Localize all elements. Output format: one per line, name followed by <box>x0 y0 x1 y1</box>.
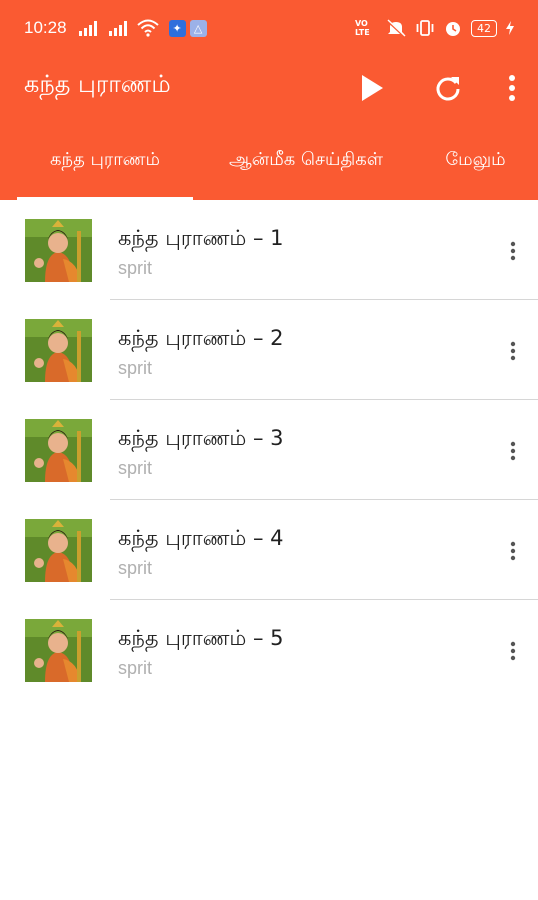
play-icon <box>362 75 383 101</box>
track-thumbnail <box>25 419 92 482</box>
track-subtitle: sprit <box>118 258 153 278</box>
play-button[interactable] <box>352 68 392 108</box>
tab-bar: கந்த புராணம் ஆன்மீக செய்திகள் மேலும் <box>0 120 538 200</box>
wifi-icon <box>136 19 159 37</box>
refresh-button[interactable] <box>428 68 468 108</box>
app-bar: கந்த புராணம் <box>0 56 538 120</box>
drive-icon: △ <box>189 19 207 37</box>
refresh-icon <box>436 77 460 101</box>
track-title: கந்த புராணம் – 3 <box>118 426 284 450</box>
more-vert-icon <box>510 641 516 661</box>
overflow-menu-button[interactable] <box>492 68 532 108</box>
track-subtitle: sprit <box>118 558 153 578</box>
more-vert-icon <box>510 541 516 561</box>
track-subtitle: sprit <box>118 358 153 378</box>
more-vert-icon <box>510 441 516 461</box>
tab-spiritual-news[interactable]: ஆன்மீக செய்திகள் <box>200 120 412 200</box>
vibrate-icon <box>416 20 434 36</box>
signal-icon-2 <box>108 20 127 36</box>
mute-icon <box>387 19 406 37</box>
track-title: கந்த புராணம் – 5 <box>118 626 284 650</box>
track-thumbnail <box>25 219 92 282</box>
tab-kandha-puranam[interactable]: கந்த புராணம் <box>17 120 193 200</box>
item-more-button[interactable] <box>498 536 528 566</box>
list-item[interactable]: கந்த புராணம் – 3 sprit <box>0 400 538 500</box>
app-notification-icon: ✦ <box>168 19 186 37</box>
track-title: கந்த புராணம் – 4 <box>118 526 284 550</box>
signal-icon <box>78 20 97 36</box>
item-more-button[interactable] <box>498 336 528 366</box>
status-time: 10:28 <box>24 18 67 37</box>
tab-more[interactable]: மேலும் <box>428 120 523 200</box>
item-more-button[interactable] <box>498 236 528 266</box>
track-subtitle: sprit <box>118 458 153 478</box>
list-item[interactable]: கந்த புராணம் – 5 sprit <box>0 600 538 700</box>
page-title: கந்த புராணம் <box>24 70 171 98</box>
track-thumbnail <box>25 519 92 582</box>
track-title: கந்த புராணம் – 2 <box>118 326 284 350</box>
charging-icon <box>506 21 514 35</box>
item-more-button[interactable] <box>498 436 528 466</box>
more-vert-icon <box>510 241 516 261</box>
track-title: கந்த புராணம் – 1 <box>118 226 284 250</box>
battery-icon: 42 <box>471 19 497 37</box>
track-list: கந்த புராணம் – 1 sprit கந்த புராணம் – 2 … <box>0 200 538 700</box>
track-thumbnail <box>25 619 92 682</box>
volte-label: VO LTE <box>355 19 370 37</box>
overflow-menu-icon <box>509 75 515 101</box>
more-vert-icon <box>510 341 516 361</box>
alarm-icon <box>446 22 460 36</box>
list-item[interactable]: கந்த புராணம் – 1 sprit <box>0 200 538 300</box>
track-subtitle: sprit <box>118 658 153 678</box>
item-more-button[interactable] <box>498 636 528 666</box>
list-item[interactable]: கந்த புராணம் – 2 sprit <box>0 300 538 400</box>
track-thumbnail <box>25 319 92 382</box>
list-item[interactable]: கந்த புராணம் – 4 sprit <box>0 500 538 600</box>
status-bar: 10:28 ✦ △ VO LTE 42 <box>0 0 538 56</box>
